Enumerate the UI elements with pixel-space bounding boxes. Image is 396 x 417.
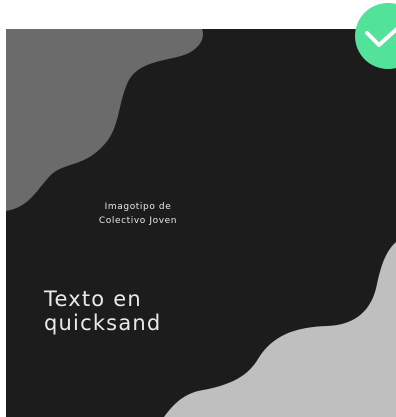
headline-line-1: Texto en [44, 287, 142, 311]
headline-text: Texto en quicksand [44, 287, 161, 335]
top-left-wave-shape [6, 29, 204, 211]
caption-line-2: Colectivo Joven [98, 216, 178, 226]
logo-caption: Imagotipo de Colectivo Joven [58, 200, 218, 228]
check-icon [365, 27, 396, 47]
caption-line-1: Imagotipo de [104, 202, 172, 212]
design-canvas-area: Imagotipo de Colectivo Joven Texto en qu… [0, 0, 396, 417]
design-card[interactable]: Imagotipo de Colectivo Joven Texto en qu… [6, 29, 396, 417]
bottom-right-wave-shape [164, 242, 396, 417]
headline-line-2: quicksand [44, 311, 162, 335]
